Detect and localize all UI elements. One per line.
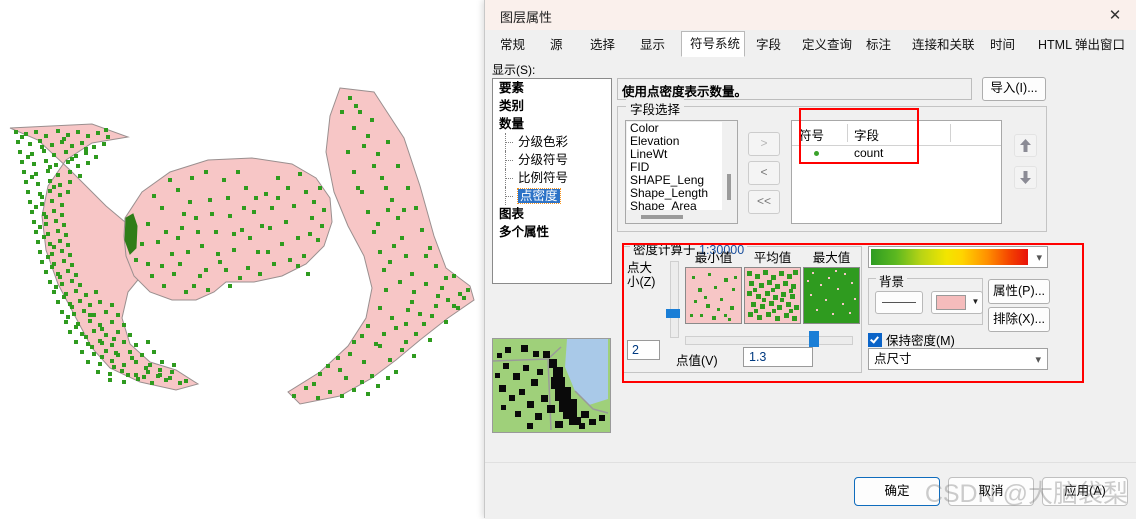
field-selection-title: 字段选择 [626, 99, 685, 118]
field-list-vscrollbar[interactable] [723, 122, 736, 211]
field-selection-group: 字段选择 Color Elevation LineWt FID SHAPE_Le… [617, 99, 1047, 232]
tab-strip: 常规 源 选择 显示 符号系统 字段 定义查询 标注 连接和关联 时间 HTML… [485, 30, 1136, 57]
tab-definition-query[interactable]: 定义查询 [793, 33, 855, 56]
tab-symbology[interactable]: 符号系统 [681, 31, 745, 57]
checkbox-checked-icon [868, 333, 882, 347]
tab-labels[interactable]: 标注 [857, 33, 901, 56]
chevron-down-icon: ▾ [1035, 354, 1041, 366]
remove-all-fields-button[interactable]: << [748, 190, 780, 214]
tree-item-multiple-attributes[interactable]: 多个属性 [493, 223, 611, 241]
map-polygons [9, 87, 475, 405]
preview-svg [493, 339, 609, 431]
point-size-label: 点大小(Z) [627, 261, 656, 289]
color-ramp-preview [871, 249, 1028, 265]
maintain-density-label: 保持密度(M) [886, 334, 955, 348]
map-svg [9, 87, 475, 405]
density-calculation-group: 密度计算于 1:30000 点大小(Z) 2 最小值 平均值 最大值 点值(V)… [622, 239, 862, 373]
swatch-min-caption: 最小值 [694, 251, 733, 265]
swatch-max-caption: 最大值 [812, 251, 851, 265]
tab-general[interactable]: 常规 [491, 33, 539, 56]
tab-fields[interactable]: 字段 [747, 33, 791, 56]
dialog-titlebar: 图层属性 ✕ [485, 0, 1136, 31]
tab-source[interactable]: 源 [541, 33, 579, 56]
dialog-footer: 确定 取消 应用(A) [485, 462, 1136, 519]
symbology-type-tree[interactable]: 要素 类别 数量 分级色彩 分级符号 比例符号 点密度 图表 多个属性 [492, 78, 612, 284]
chevron-down-icon[interactable]: ▼ [969, 291, 983, 314]
close-icon[interactable]: ✕ [1093, 0, 1136, 30]
swatch-mean-caption: 平均值 [753, 251, 792, 265]
arrow-up-icon[interactable] [1014, 134, 1037, 157]
apply-button[interactable]: 应用(A) [1042, 477, 1128, 506]
field-list-hscrollbar[interactable] [627, 210, 736, 222]
background-fill-button[interactable] [931, 291, 971, 314]
tree-item-graduated-symbols[interactable]: 分级符号 [493, 151, 611, 169]
symbol-field-table[interactable]: 符号 字段 count [791, 120, 1002, 224]
point-size-combo-value: 点尺寸 [874, 352, 912, 366]
symbology-description-box: 使用点密度表示数量。 [617, 78, 972, 100]
tab-joins-relates[interactable]: 连接和关联 [903, 33, 979, 56]
arrow-down-icon[interactable] [1014, 166, 1037, 189]
tree-item-categories[interactable]: 类别 [493, 97, 611, 115]
density-slider-thumb[interactable] [809, 331, 819, 347]
remove-field-button[interactable]: < [748, 161, 780, 185]
tree-item-dot-density[interactable]: 点密度 [493, 187, 611, 205]
map-view[interactable] [0, 0, 484, 518]
background-group-title: 背景 [876, 271, 908, 290]
swatch-mean: 平均值 [744, 247, 801, 324]
background-outline-button[interactable] [875, 291, 923, 314]
green-dot-icon [814, 151, 819, 156]
dialog-title: 图层属性 [500, 10, 553, 25]
swatch-max: 最大值 [803, 247, 860, 324]
maintain-density-checkbox[interactable]: 保持密度(M) [868, 330, 955, 349]
available-fields-list[interactable]: Color Elevation LineWt FID SHAPE_Leng Sh… [625, 120, 738, 224]
swatch-max-preview [803, 267, 860, 324]
density-slider[interactable] [685, 336, 853, 345]
swatch-min-preview [685, 267, 742, 324]
swatch-min: 最小值 [685, 247, 742, 324]
point-size-combo[interactable]: 点尺寸 ▾ [868, 348, 1048, 370]
swatch-mean-preview [744, 267, 801, 324]
table-row[interactable]: count [792, 146, 1001, 162]
point-value-input[interactable]: 1.3 [743, 347, 813, 367]
map-polygon-middle [123, 157, 333, 301]
tab-html-popup[interactable]: HTML 弹出窗口 [1029, 33, 1129, 56]
symbology-panel: 显示(S): 要素 类别 数量 分级色彩 分级符号 比例符号 点密度 图表 多个… [485, 56, 1136, 462]
exclusion-button[interactable]: 排除(X)... [988, 307, 1050, 332]
color-ramp-dropdown[interactable]: ▾ [868, 246, 1048, 268]
tree-item-graduated-colors[interactable]: 分级色彩 [493, 133, 611, 151]
show-label: 显示(S): [492, 63, 536, 77]
tab-selection[interactable]: 选择 [581, 33, 629, 56]
available-fields-inner: Color Elevation LineWt FID SHAPE_Leng Sh… [627, 122, 722, 211]
background-group: 背景 ▼ [868, 271, 983, 325]
tree-item-quantities[interactable]: 数量 [493, 115, 611, 133]
add-field-button[interactable]: > [748, 132, 780, 156]
point-size-slider[interactable] [670, 261, 679, 338]
point-value-label: 点值(V) [676, 354, 718, 368]
import-button[interactable]: 导入(I)... [982, 77, 1046, 101]
ok-button[interactable]: 确定 [854, 477, 940, 506]
tab-time[interactable]: 时间 [981, 33, 1025, 56]
cancel-button[interactable]: 取消 [948, 477, 1034, 506]
column-header-symbol: 符号 [799, 129, 825, 143]
tab-display[interactable]: 显示 [631, 33, 679, 56]
chevron-down-icon: ▾ [1036, 252, 1042, 264]
layer-properties-dialog: 图层属性 ✕ 常规 源 选择 显示 符号系统 字段 定义查询 标注 连接和关联 … [484, 0, 1136, 519]
symbol-field-table-header: 符号 字段 [792, 121, 1001, 146]
point-size-slider-thumb[interactable] [666, 309, 680, 318]
tree-item-charts[interactable]: 图表 [493, 205, 611, 223]
column-header-field: 字段 [854, 129, 880, 143]
row-field-name: count [854, 146, 884, 160]
properties-button[interactable]: 属性(P)... [988, 279, 1050, 304]
symbology-description: 使用点密度表示数量。 [622, 85, 748, 99]
symbology-preview-thumbnail [492, 338, 611, 433]
tree-item-features[interactable]: 要素 [493, 79, 611, 97]
tree-item-proportional-symbols[interactable]: 比例符号 [493, 169, 611, 187]
point-size-input[interactable]: 2 [627, 340, 660, 360]
